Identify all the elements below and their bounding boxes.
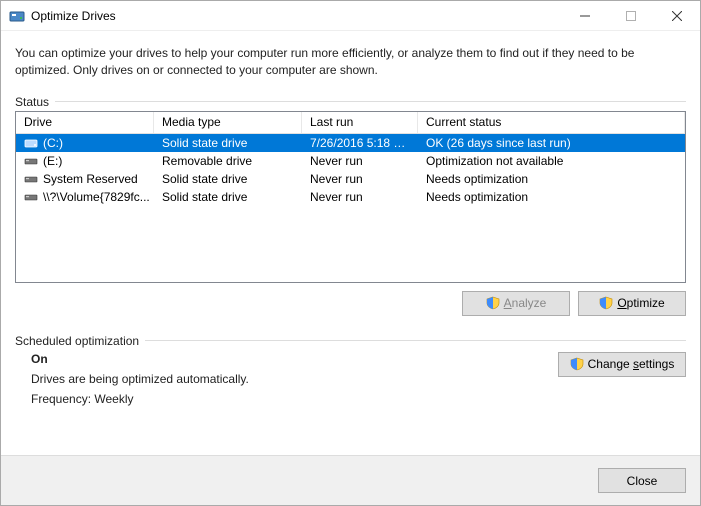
- col-header-last[interactable]: Last run: [302, 112, 418, 133]
- col-header-status[interactable]: Current status: [418, 112, 685, 133]
- status-label: Status: [15, 95, 686, 109]
- drive-icon: [24, 136, 38, 150]
- drive-list[interactable]: Drive Media type Last run Current status…: [15, 111, 686, 283]
- col-header-drive[interactable]: Drive: [16, 112, 154, 133]
- change-settings-button[interactable]: Change settings: [558, 352, 686, 377]
- last-run: Never run: [302, 171, 418, 187]
- drive-name: (E:): [43, 154, 62, 168]
- table-row[interactable]: (C:) Solid state drive7/26/2016 5:18 PMOK…: [16, 134, 685, 152]
- table-row[interactable]: (E:) Removable driveNever runOptimization…: [16, 152, 685, 170]
- col-header-media[interactable]: Media type: [154, 112, 302, 133]
- last-run: Never run: [302, 153, 418, 169]
- last-run: 7/26/2016 5:18 PM: [302, 135, 418, 151]
- drive-list-header[interactable]: Drive Media type Last run Current status: [16, 112, 685, 134]
- close-window-button[interactable]: [654, 1, 700, 31]
- media-type: Solid state drive: [154, 189, 302, 205]
- app-icon: [9, 8, 25, 24]
- close-button[interactable]: Close: [598, 468, 686, 493]
- media-type: Solid state drive: [154, 135, 302, 151]
- drive-name: System Reserved: [43, 172, 138, 186]
- scheduled-optimization-label: Scheduled optimization: [15, 334, 686, 348]
- titlebar: Optimize Drives: [1, 1, 700, 31]
- drive-name: (C:): [43, 136, 63, 150]
- minimize-button[interactable]: [562, 1, 608, 31]
- window-title: Optimize Drives: [31, 9, 116, 23]
- optimize-button[interactable]: Optimize: [578, 291, 686, 316]
- current-status: Optimization not available: [418, 153, 685, 169]
- drive-icon: [24, 154, 38, 168]
- table-row[interactable]: System Reserved Solid state driveNever ru…: [16, 170, 685, 188]
- schedule-desc: Drives are being optimized automatically…: [31, 372, 548, 386]
- schedule-on: On: [31, 352, 548, 366]
- current-status: OK (26 days since last run): [418, 135, 685, 151]
- shield-icon: [599, 296, 613, 310]
- bottom-bar: Close: [1, 455, 700, 505]
- current-status: Needs optimization: [418, 171, 685, 187]
- maximize-button[interactable]: [608, 1, 654, 31]
- drive-name: \\?\Volume{7829fc...: [43, 190, 150, 204]
- drive-icon: [24, 190, 38, 204]
- table-row[interactable]: \\?\Volume{7829fc... Solid state driveNev…: [16, 188, 685, 206]
- media-type: Solid state drive: [154, 171, 302, 187]
- shield-icon: [570, 357, 584, 371]
- schedule-freq: Frequency: Weekly: [31, 392, 548, 406]
- shield-icon: [486, 296, 500, 310]
- current-status: Needs optimization: [418, 189, 685, 205]
- media-type: Removable drive: [154, 153, 302, 169]
- analyze-button[interactable]: Analyze: [462, 291, 570, 316]
- drive-icon: [24, 172, 38, 186]
- last-run: Never run: [302, 189, 418, 205]
- intro-text: You can optimize your drives to help you…: [15, 45, 686, 79]
